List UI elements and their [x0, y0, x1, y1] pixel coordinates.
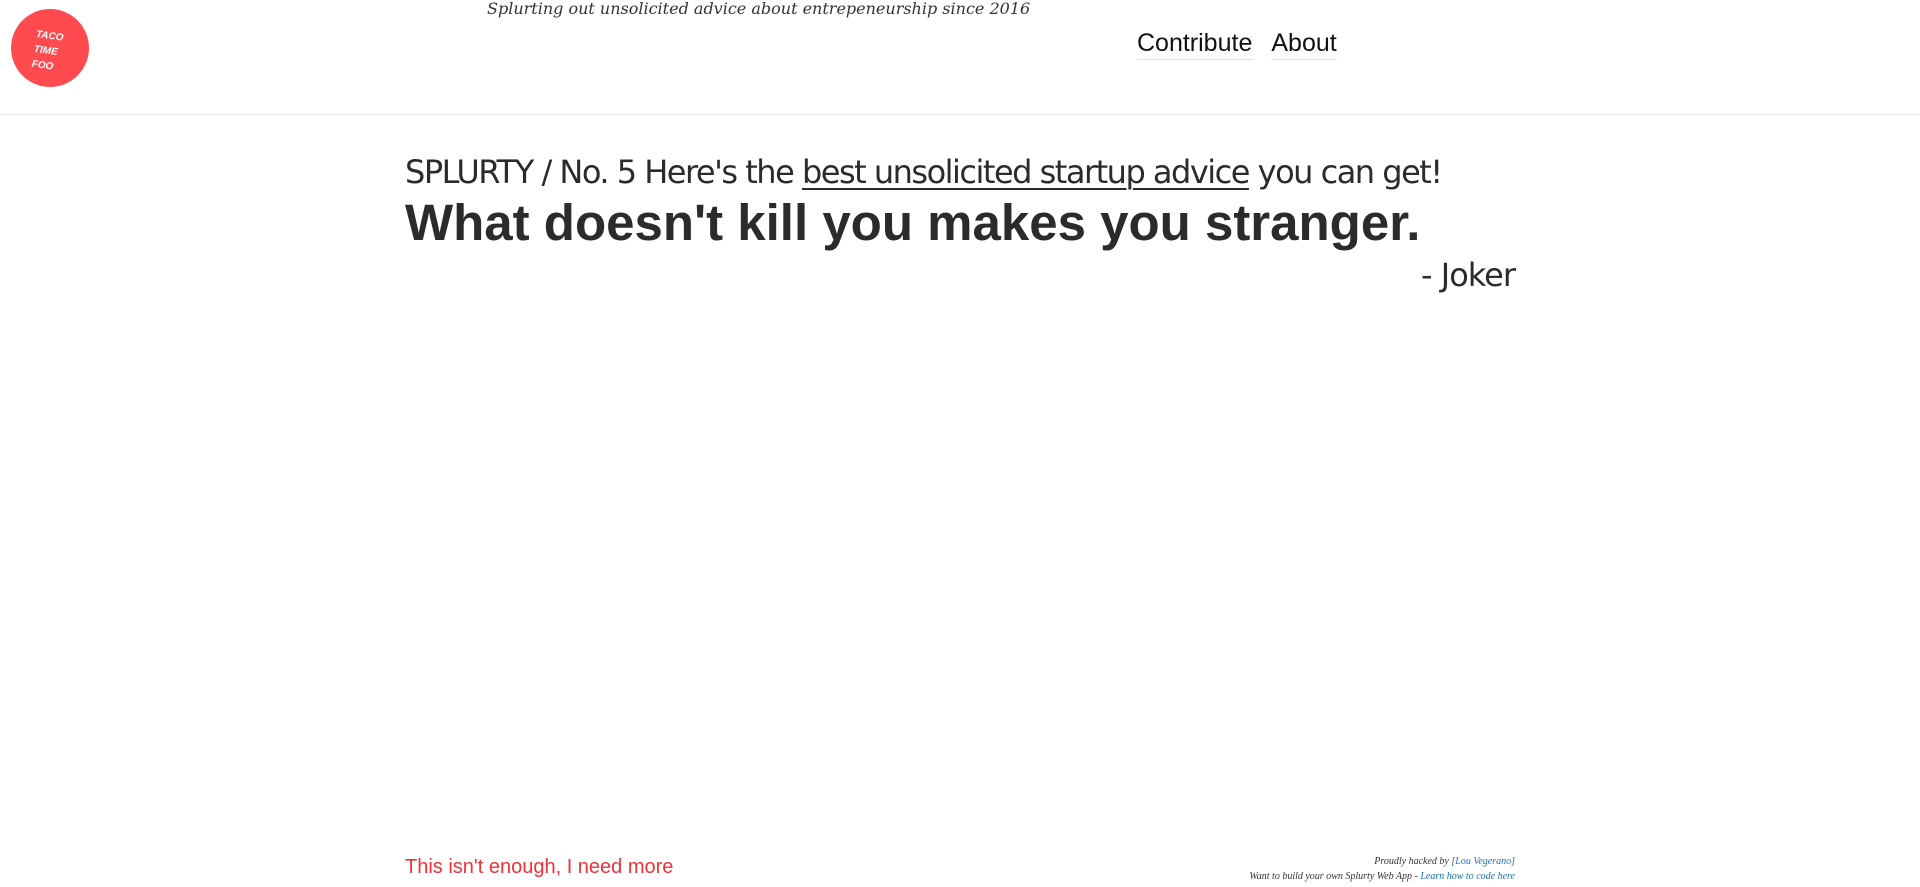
logo-badge[interactable]: TACO TIME FOO [11, 9, 89, 87]
nav-contribute-link[interactable]: Contribute [1137, 28, 1253, 60]
credit-prefix: Proudly hacked by [1374, 856, 1452, 867]
logo-text: TACO TIME FOO [31, 28, 65, 73]
author-credit-link[interactable]: [Lou Vegerano] [1451, 856, 1515, 867]
nav-about-link[interactable]: About [1271, 28, 1337, 60]
build-prefix: Want to build your own Splurty Web App - [1249, 871, 1421, 882]
site-header: TACO TIME FOO Splurting out unsolicited … [0, 0, 1920, 115]
best-advice-link[interactable]: best unsolicited startup advice [802, 153, 1251, 191]
kicker-prefix: SPLURTY / No. 5 Here's the [405, 153, 802, 191]
site-footer: Proudly hacked by [Lou Vegerano] Want to… [1249, 854, 1515, 884]
kicker-suffix: you can get! [1248, 153, 1443, 191]
footer-credit: Proudly hacked by [Lou Vegerano] [1249, 854, 1515, 869]
advice-kicker: SPLURTY / No. 5 Here's the best unsolici… [405, 150, 1443, 194]
learn-code-link[interactable]: Learn how to code here [1420, 871, 1515, 882]
footer-build: Want to build your own Splurty Web App -… [1249, 869, 1515, 884]
need-more-link[interactable]: This isn't enough, I need more [405, 855, 673, 879]
advice-quote: What doesn't kill you makes you stranger… [405, 194, 1421, 251]
quote-author: - Joker [1421, 256, 1516, 294]
main-nav: Contribute About [1137, 28, 1337, 60]
site-tagline: Splurting out unsolicited advice about e… [487, 0, 1031, 18]
